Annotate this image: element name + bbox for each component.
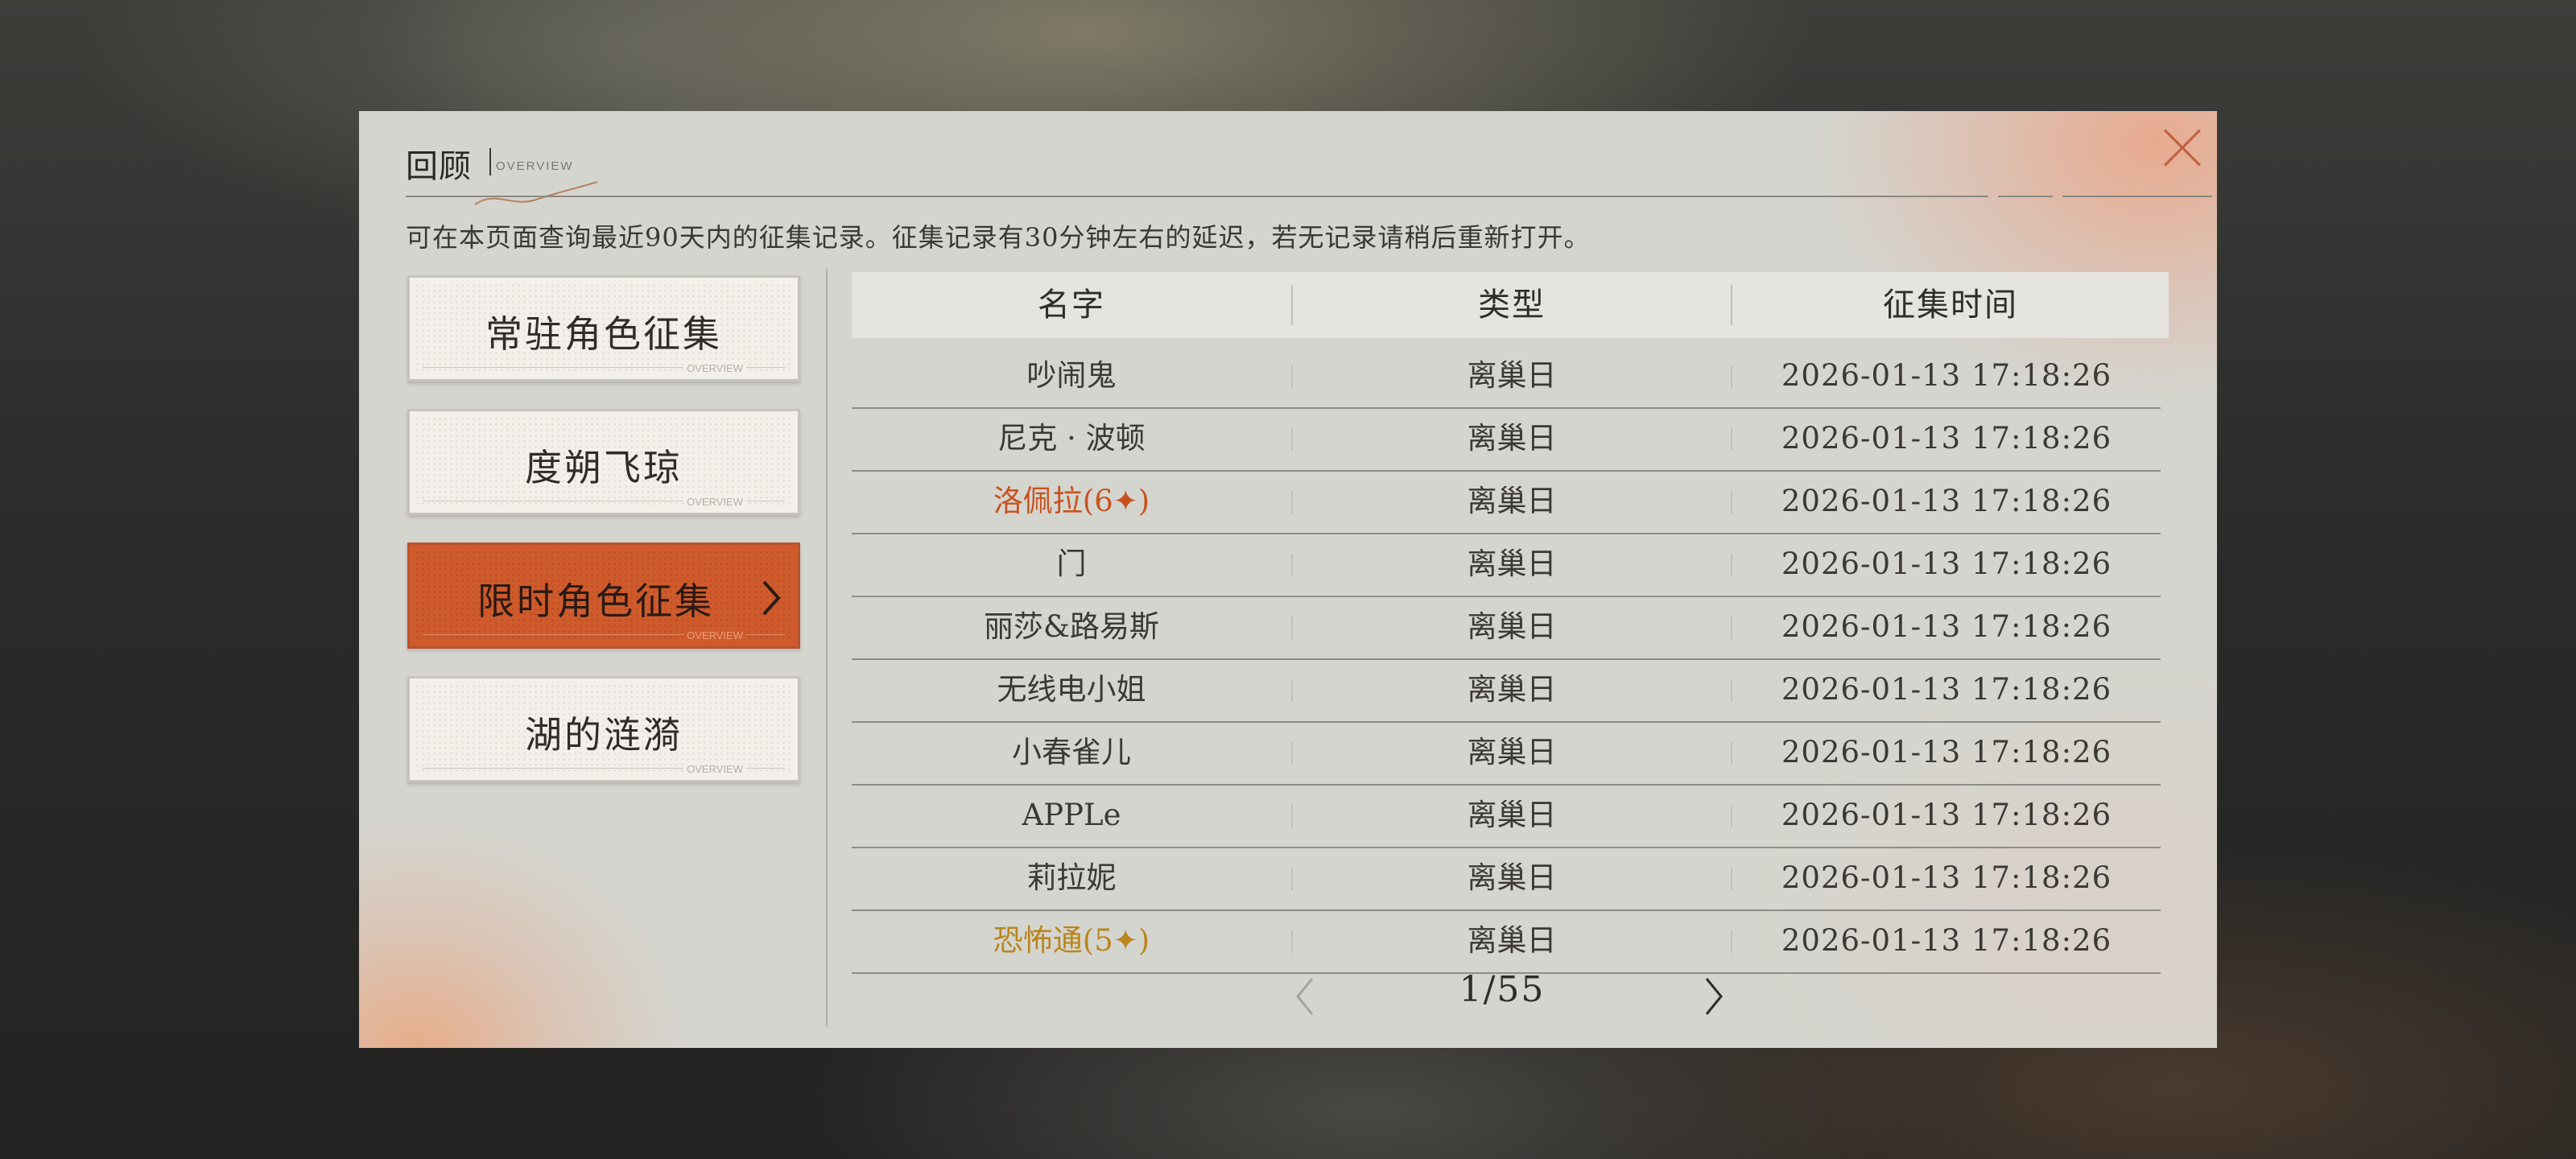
- cell-time: 2026-01-13 17:18:26: [1781, 798, 2112, 832]
- table-row: 恐怖通(5✦) 离巢日 2026-01-13 17:18:26: [852, 909, 2161, 974]
- chevron-left-icon[interactable]: [1288, 972, 1320, 1021]
- overview-dialog: 回顾 OVERVIEW 可在本页面查询最近90天内的征集记录。征集记录有30分钟…: [359, 111, 2217, 1048]
- cell-time: 2026-01-13 17:18:26: [1781, 923, 2112, 958]
- cell-name: 丽莎&路易斯: [984, 609, 1159, 644]
- cell-type: 离巢日: [1467, 609, 1557, 644]
- menu-deco-text: OVERVIEW: [683, 362, 746, 374]
- cell-time: 2026-01-13 17:18:26: [1781, 672, 2112, 707]
- menu-standard-recruit-button[interactable]: 常驻角色征集 OVERVIEW: [407, 275, 800, 382]
- menu-lake-ripples-button[interactable]: 湖的涟漪 OVERVIEW: [407, 676, 800, 782]
- cell-type: 离巢日: [1467, 484, 1557, 518]
- vertical-divider: [826, 269, 828, 1027]
- menu-limited-recruit-button[interactable]: 限时角色征集 OVERVIEW: [407, 542, 800, 649]
- table-row: APPLe 离巢日 2026-01-13 17:18:26: [852, 784, 2161, 848]
- cell-name: 尼克 · 波顿: [997, 421, 1146, 456]
- cell-type: 离巢日: [1467, 421, 1557, 456]
- header-name: 名字: [1038, 287, 1105, 324]
- header-rule: [406, 196, 1988, 197]
- cell-name: 莉拉妮: [1026, 860, 1117, 895]
- cell-name: APPLe: [1022, 798, 1121, 832]
- table-header: 名字 类型 征集时间: [852, 272, 2169, 338]
- table-row: 小春雀儿 离巢日 2026-01-13 17:18:26: [852, 721, 2161, 786]
- menu-label: 湖的涟漪: [525, 713, 683, 757]
- table-row: 吵闹鬼 离巢日 2026-01-13 17:18:26: [852, 344, 2161, 409]
- table-row: 尼克 · 波顿 离巢日 2026-01-13 17:18:26: [852, 407, 2161, 472]
- cell-name: 无线电小姐: [997, 672, 1146, 707]
- cell-type: 离巢日: [1467, 358, 1557, 393]
- cell-type: 离巢日: [1467, 735, 1557, 769]
- cell-time: 2026-01-13 17:18:26: [1781, 609, 2112, 644]
- header-time: 征集时间: [1883, 287, 2018, 324]
- cell-time: 2026-01-13 17:18:26: [1781, 735, 2112, 769]
- cell-type: 离巢日: [1467, 672, 1557, 707]
- table-row: 莉拉妮 离巢日 2026-01-13 17:18:26: [852, 847, 2161, 911]
- close-icon[interactable]: [2154, 121, 2209, 175]
- menu-label: 度朔飞琼: [525, 446, 683, 489]
- dialog-subtitle: OVERVIEW: [496, 159, 574, 173]
- table-row: 无线电小姐 离巢日 2026-01-13 17:18:26: [852, 658, 2161, 723]
- menu-deco-text: OVERVIEW: [683, 496, 746, 508]
- cell-type: 离巢日: [1467, 547, 1557, 581]
- chevron-right-icon[interactable]: [1699, 972, 1731, 1021]
- menu-label: 限时角色征集: [477, 580, 714, 623]
- cell-name: 小春雀儿: [1012, 735, 1131, 769]
- cell-type: 离巢日: [1467, 860, 1557, 895]
- cell-time: 2026-01-13 17:18:26: [1781, 484, 2112, 518]
- description-text: 可在本页面查询最近90天内的征集记录。征集记录有30分钟左右的延迟，若无记录请稍…: [406, 222, 1591, 253]
- header-rule-end: [2062, 196, 2212, 197]
- cell-name: 恐怖通(5✦): [993, 923, 1150, 958]
- menu-dushuo-feiqiong-button[interactable]: 度朔飞琼 OVERVIEW: [407, 409, 800, 515]
- cell-name: 门: [1056, 547, 1087, 581]
- cell-time: 2026-01-13 17:18:26: [1781, 421, 2112, 456]
- cell-name: 吵闹鬼: [1026, 358, 1117, 393]
- dialog-title: 回顾: [406, 148, 472, 185]
- chevron-right-icon: [762, 580, 781, 616]
- cell-time: 2026-01-13 17:18:26: [1781, 547, 2112, 581]
- page-indicator: 1/55: [1459, 969, 1546, 1010]
- menu-deco-text: OVERVIEW: [683, 763, 746, 775]
- cell-name: 洛佩拉(6✦): [993, 484, 1150, 518]
- table-row: 洛佩拉(6✦) 离巢日 2026-01-13 17:18:26: [852, 470, 2161, 534]
- cell-time: 2026-01-13 17:18:26: [1781, 358, 2112, 393]
- table-row: 门 离巢日 2026-01-13 17:18:26: [852, 533, 2161, 597]
- table-row: 丽莎&路易斯 离巢日 2026-01-13 17:18:26: [852, 596, 2161, 660]
- cell-type: 离巢日: [1467, 923, 1557, 958]
- menu-label: 常驻角色征集: [485, 312, 722, 356]
- cell-type: 离巢日: [1467, 798, 1557, 832]
- header-type: 类型: [1478, 287, 1546, 324]
- header-rule-short: [1998, 196, 2053, 197]
- menu-deco-text: OVERVIEW: [683, 629, 746, 641]
- cell-time: 2026-01-13 17:18:26: [1781, 860, 2112, 895]
